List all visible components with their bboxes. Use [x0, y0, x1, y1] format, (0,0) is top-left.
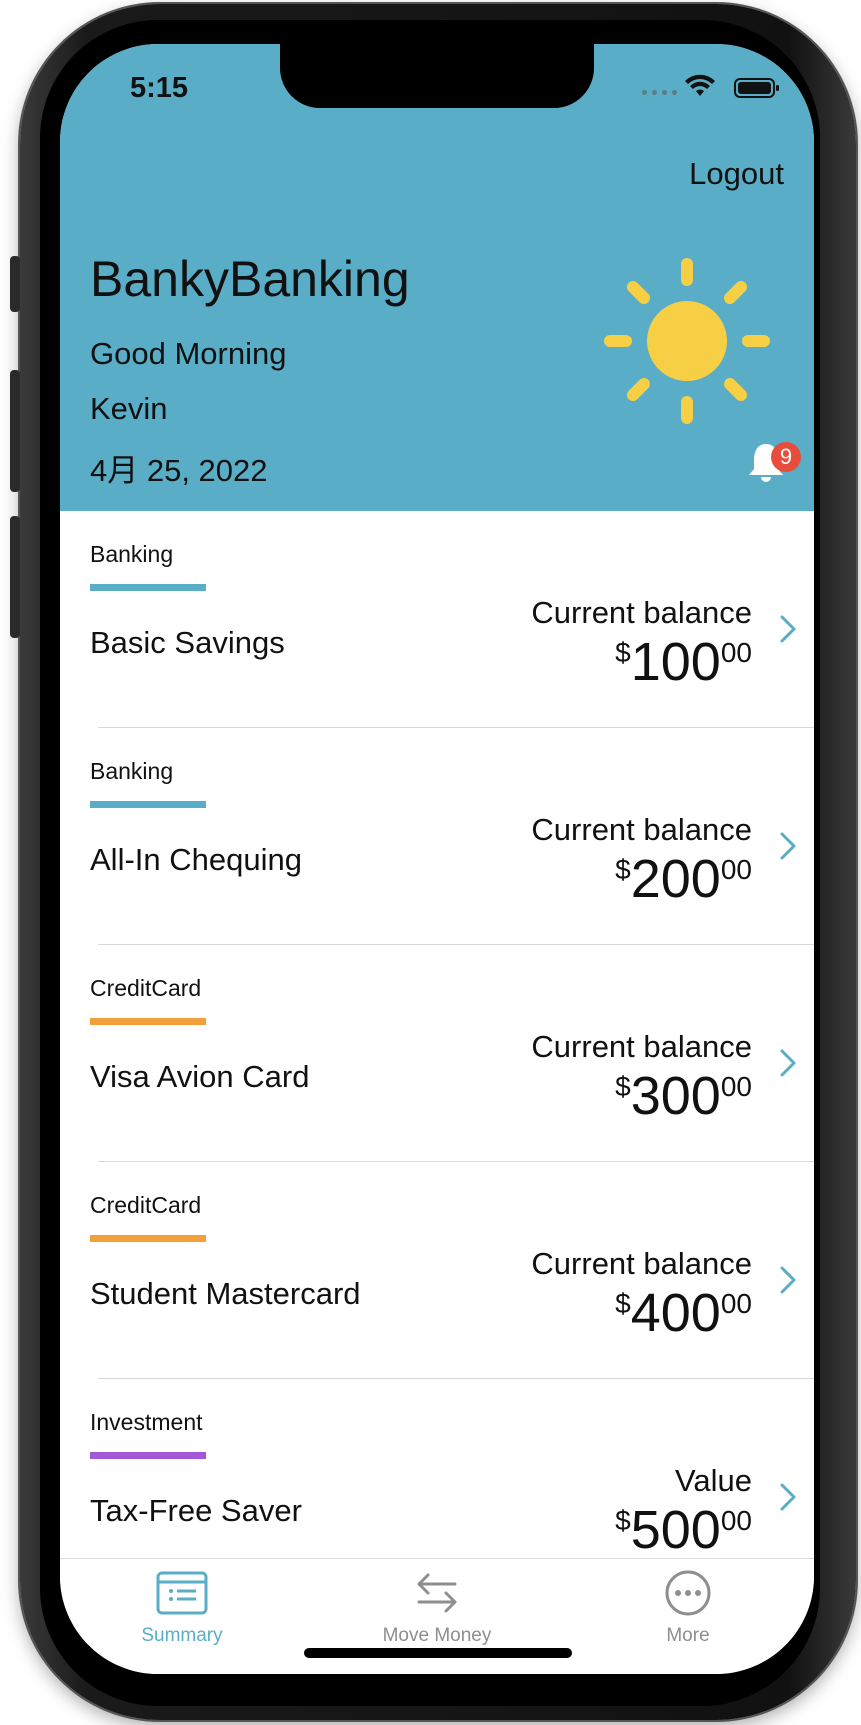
- volume-up-button: [10, 370, 20, 492]
- app-screen: 5:15 Logout BankyBanking Good Morning Ke…: [60, 44, 814, 1674]
- currency-symbol: $: [615, 637, 631, 668]
- more-dots-icon: [665, 1570, 711, 1616]
- balance-cents: 00: [720, 1288, 752, 1319]
- balance-cents: 00: [720, 637, 752, 668]
- balance-cents: 00: [720, 1071, 752, 1102]
- app-title: BankyBanking: [90, 251, 410, 307]
- account-type: Banking: [90, 758, 174, 784]
- balance-label: Current balance: [531, 1029, 752, 1064]
- currency-symbol: $: [615, 1288, 631, 1319]
- account-row[interactable]: CreditCard Visa Avion Card Current balan…: [60, 945, 814, 1162]
- date-label: 4月 25, 2022: [90, 453, 268, 488]
- account-type-bar: [90, 1235, 206, 1242]
- account-name: All-In Chequing: [90, 842, 302, 877]
- account-type-bar: [90, 801, 206, 808]
- account-type-bar: [90, 1452, 206, 1459]
- tab-more[interactable]: More: [598, 1567, 778, 1647]
- sun-icon: [604, 258, 770, 424]
- signal-dots-icon: [642, 90, 677, 95]
- mute-switch: [10, 256, 20, 312]
- balance-label: Value: [675, 1463, 752, 1498]
- account-type: Banking: [90, 541, 174, 567]
- logout-button[interactable]: Logout: [689, 156, 784, 192]
- account-row[interactable]: Banking Basic Savings Current balance $1…: [60, 511, 814, 728]
- balance-amount: $50000: [615, 1501, 752, 1558]
- greeting: Good Morning: [90, 336, 287, 371]
- currency-symbol: $: [615, 1505, 631, 1536]
- balance-cents: 00: [720, 854, 752, 885]
- account-type-bar: [90, 584, 206, 591]
- chevron-right-icon[interactable]: [778, 1481, 798, 1513]
- balance-cents: 00: [720, 1505, 752, 1536]
- balance-whole: 300: [630, 1066, 721, 1126]
- list-icon: [156, 1571, 208, 1615]
- account-type: Investment: [90, 1409, 203, 1435]
- balance-whole: 400: [630, 1283, 721, 1343]
- account-row[interactable]: Investment Tax-Free Saver Value $50000: [60, 1379, 814, 1558]
- chevron-right-icon[interactable]: [778, 1264, 798, 1296]
- tab-label: Summary: [141, 1625, 223, 1646]
- account-type-bar: [90, 1018, 206, 1025]
- balance-label: Current balance: [531, 595, 752, 630]
- balance-amount: $10000: [615, 633, 752, 691]
- notch: [280, 44, 594, 108]
- balance-whole: 500: [630, 1500, 721, 1558]
- chevron-right-icon[interactable]: [778, 613, 798, 645]
- tab-label: More: [666, 1625, 710, 1646]
- tab-move-money[interactable]: Move Money: [347, 1567, 527, 1647]
- account-name: Basic Savings: [90, 625, 285, 660]
- account-name: Tax-Free Saver: [90, 1493, 302, 1528]
- chevron-right-icon[interactable]: [778, 1047, 798, 1079]
- currency-symbol: $: [615, 854, 631, 885]
- tab-label: Move Money: [382, 1625, 492, 1646]
- currency-symbol: $: [615, 1071, 631, 1102]
- account-name: Visa Avion Card: [90, 1059, 310, 1094]
- balance-amount: $30000: [615, 1067, 752, 1125]
- balance-amount: $20000: [615, 850, 752, 908]
- battery-icon: [734, 78, 779, 98]
- status-time: 5:15: [130, 72, 189, 104]
- account-row[interactable]: CreditCard Student Mastercard Current ba…: [60, 1162, 814, 1379]
- accounts-list: Banking Basic Savings Current balance $1…: [60, 511, 814, 1558]
- user-name: Kevin: [90, 391, 168, 426]
- transfer-arrows-icon: [417, 1573, 457, 1613]
- account-type: CreditCard: [90, 975, 202, 1001]
- account-type: CreditCard: [90, 1192, 202, 1218]
- wifi-icon: [685, 74, 715, 96]
- tab-summary[interactable]: Summary: [92, 1567, 272, 1647]
- account-name: Student Mastercard: [90, 1276, 361, 1311]
- balance-whole: 200: [630, 849, 721, 909]
- notification-badge: 9: [771, 442, 801, 472]
- balance-label: Current balance: [531, 1246, 752, 1281]
- balance-amount: $40000: [615, 1284, 752, 1342]
- balance-whole: 100: [630, 632, 721, 692]
- home-indicator: [304, 1648, 572, 1658]
- chevron-right-icon[interactable]: [778, 830, 798, 862]
- balance-label: Current balance: [531, 812, 752, 847]
- account-row[interactable]: Banking All-In Chequing Current balance …: [60, 728, 814, 945]
- header: 5:15 Logout BankyBanking Good Morning Ke…: [60, 44, 814, 511]
- volume-down-button: [10, 516, 20, 638]
